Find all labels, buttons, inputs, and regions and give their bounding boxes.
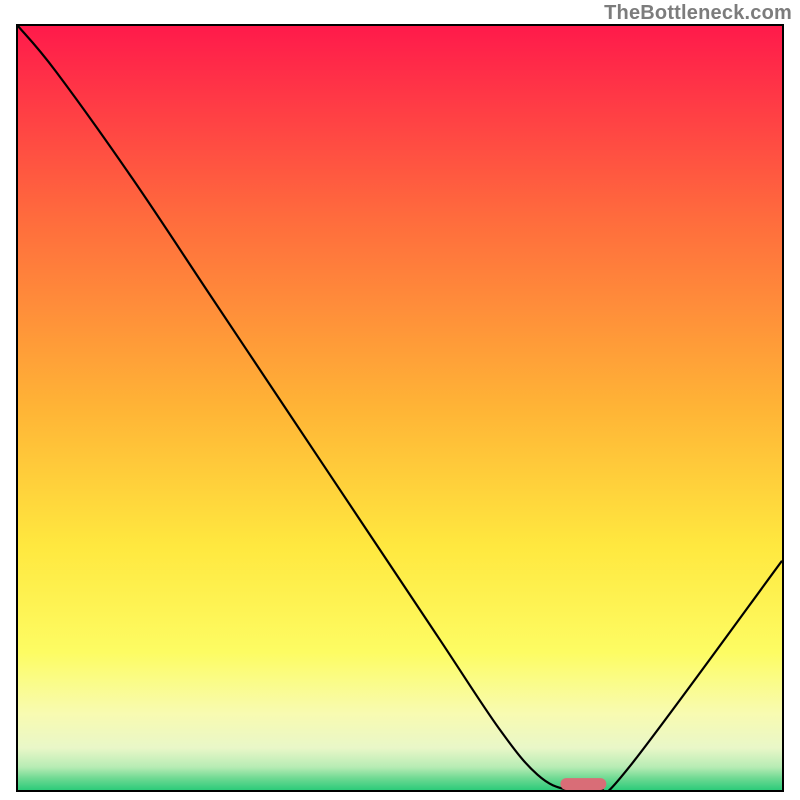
watermark-text: TheBottleneck.com: [604, 2, 792, 25]
chart-canvas: [18, 26, 782, 790]
chart-frame: [16, 24, 784, 792]
optimal-marker: [560, 778, 606, 790]
gradient-rect: [18, 26, 782, 790]
